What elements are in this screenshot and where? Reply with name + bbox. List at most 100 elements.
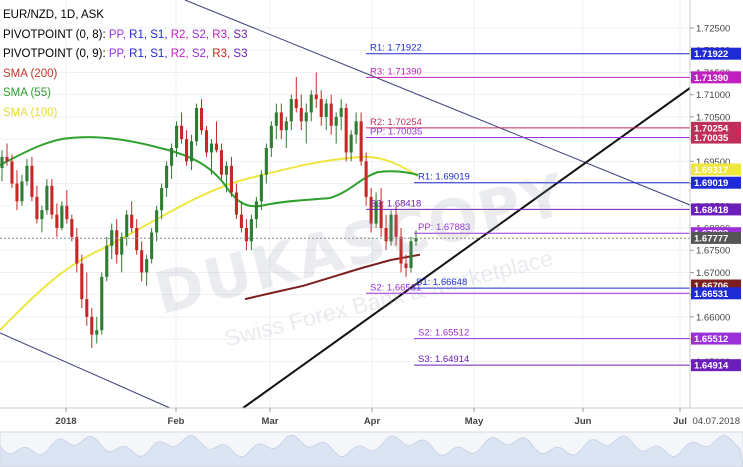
candle-body [70,219,74,237]
candle-body [0,156,4,168]
legend-pivot-1-s2: S2, [191,28,210,41]
legend-pivot-2-r1: R1, [129,48,148,60]
candle-body [5,156,9,162]
x-tick-label-4: May [465,416,484,427]
candle-body [75,236,79,264]
candle-body [239,214,243,228]
pivot-next-label-s2: S2: 1.65512 [418,328,469,339]
candle-body [289,99,293,122]
candle-body [314,94,318,100]
price-tag-label-11: 1.65512 [694,334,728,345]
candle-body [90,316,94,335]
candle-body [135,228,139,251]
legend-pivot-1[interactable]: PIVOTPOINT (0, 8): PP, R1, S1, R2, S2, R… [3,26,247,46]
candle-body [120,236,124,255]
x-tick-label-3: Apr [364,416,381,427]
price-tag-label-3: 1.70035 [694,133,729,144]
legend-pivot-1-r3: R3, [212,28,231,41]
y-tick-label-13: 1.66000 [696,312,730,323]
legend-pivot-2-prefix: PIVOTPOINT (0, 9): [3,48,106,60]
y-tick-label-0: 1.72500 [696,24,730,35]
candle-body [219,150,224,175]
candle-body [384,228,388,242]
price-tag-label-12: 1.64914 [694,361,729,372]
chart-window[interactable]: EUR/NZD, 1D, ASK PIVOTPOINT (0, 8): PP, … [0,0,743,467]
chart-legend: EUR/NZD, 1D, ASK PIVOTPOINT (0, 8): PP, … [3,6,247,123]
pivot-next-label-s3: S3: 1.64914 [418,354,469,365]
candle-body [309,94,313,113]
legend-pivot-1-s1: S1, [150,28,168,41]
legend-pivot-2-pp: PP, [108,48,126,60]
candle [409,236,413,273]
price-tag-label-6: 1.68418 [694,205,728,216]
legend-pivot-2[interactable]: PIVOTPOINT (0, 9): PP, R1, S1, R2, S2, R… [3,45,247,65]
x-tick-label-2: Mar [262,416,279,427]
legend-pivot-2-r3: R3, [212,48,231,60]
candle-body [329,103,333,126]
candle-body [85,299,89,317]
candle-body [115,230,119,255]
candle-body [20,181,24,202]
candle-body [189,141,194,162]
candle-body [264,148,268,175]
candle-body [254,201,258,220]
candle [389,210,393,246]
candle-body [165,165,169,188]
legend-sma-100[interactable]: SMA (100) [3,104,247,124]
candle-body [284,121,288,131]
candle-body [339,108,343,117]
candle-body [354,121,358,135]
candle-body [234,192,238,215]
legend-pivot-1-r1: R1, [129,28,148,41]
x-tick-label-1: Feb [168,416,185,427]
candle-body [65,205,69,220]
date-stamp: 04.07.2018 [692,416,740,427]
candle-body [45,185,49,211]
candle-body [170,148,174,166]
candle-body [409,241,413,268]
candle-body [274,112,278,126]
legend-pivot-1-s3: S3 [233,28,248,41]
legend-sma-200[interactable]: SMA (200) [3,65,247,85]
candle-body [334,116,338,126]
candle-body [259,174,263,202]
price-tag-label-8: 1.67777 [694,233,728,244]
candle-body [389,214,393,242]
candle-body [359,121,363,162]
x-tick-label-5: Jun [575,416,592,427]
candle-body [319,99,323,117]
legend-pivot-2-s2: S2, [191,48,210,60]
candle-body [404,263,408,268]
candle-body [10,161,14,184]
legend-pivot-2-s3: S3 [233,48,248,60]
candle [150,228,154,264]
pivot-label-r3: R3: 1.71390 [370,66,422,77]
pivot-next-label-pp: PP: 1.67883 [418,222,470,233]
candle-body [25,165,29,182]
candle-body [294,99,298,108]
candle-body [214,143,219,151]
legend-sma-55[interactable]: SMA (55) [3,84,247,104]
candle-body [150,232,154,260]
candle-body [130,214,134,228]
legend-pivot-2-s1: S1, [150,48,168,60]
price-tag-label-5: 1.69019 [694,178,728,189]
legend-pivot-1-prefix: PIVOTPOINT (0, 8): [3,28,106,41]
candle [204,125,209,157]
legend-pivot-2-r2: R2, [170,48,189,60]
candle-body [80,263,84,300]
candle-body [105,245,109,277]
price-tag-label-1: 1.71390 [694,73,728,84]
pivot-next-label-r1: R1: 1.69019 [418,172,470,183]
candle-body [394,214,398,237]
candle [100,272,104,335]
candle-body [304,112,308,122]
candle-body [95,330,99,335]
candle-body [125,214,129,237]
price-tag-label-10: 1.66531 [694,289,729,300]
candle-body [35,196,39,220]
candle-body [324,103,328,117]
candle-body [50,185,54,215]
candle-body [279,112,283,131]
legend-symbol: EUR/NZD, 1D, ASK [3,9,104,21]
